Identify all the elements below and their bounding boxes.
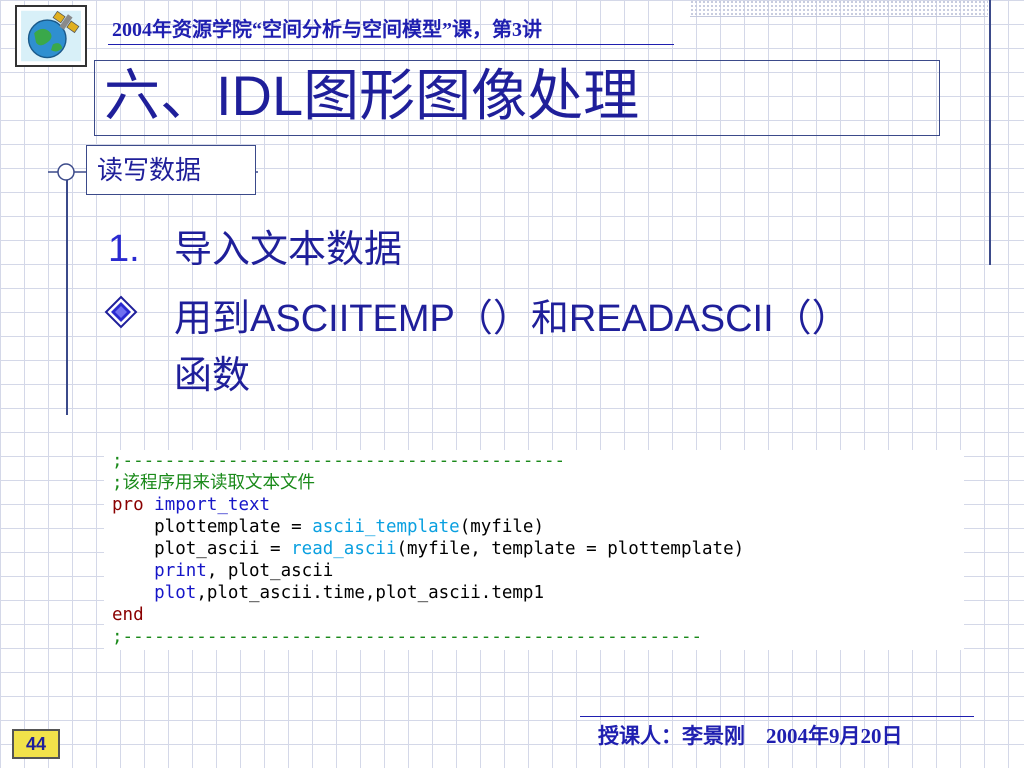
code-line: plot_ascii = read_ascii(myfile, template… (112, 538, 964, 560)
course-header: 2004年资源学院“空间分析与空间模型”课，第3讲 (112, 19, 542, 41)
decorative-vertical-line-right (989, 0, 991, 265)
footer-rule (580, 716, 974, 717)
header-rule (108, 44, 674, 45)
decorative-dot-bar (690, 0, 988, 17)
code-text: plot_ascii = (112, 539, 292, 559)
code-function: plot (154, 583, 197, 603)
code-text: plottemplate = (112, 517, 313, 537)
code-line: ;该程序用来读取文本文件 (112, 472, 964, 494)
code-line: end (112, 604, 964, 626)
code-line: pro import_text (112, 494, 964, 516)
bullet-text: 用到ASCIITEMP（）和READASCII（） 函数 (174, 290, 954, 403)
logo (15, 5, 87, 67)
globe-satellite-icon (21, 10, 81, 62)
code-function: print (154, 561, 207, 581)
bullet-prefix: 用到 (174, 296, 251, 340)
code-text: ,plot_ascii.time,plot_ascii.temp1 (196, 583, 544, 603)
code-text: (myfile, template = plottemplate) (396, 539, 745, 559)
code-comment: ;---------------------------------------… (112, 451, 566, 471)
footer-instructor-date: 授课人：李景刚 2004年9月20日 (598, 724, 903, 748)
code-line: plottemplate = ascii_template(myfile) (112, 516, 964, 538)
decorative-vertical-line-left (66, 165, 68, 415)
section-label: 读写数据 (86, 145, 256, 195)
code-line: print, plot_ascii (112, 560, 964, 582)
section-label-text: 读写数据 (97, 156, 202, 186)
bullet-func-readascii: READASCII (568, 298, 774, 340)
code-line: ;---------------------------------------… (112, 450, 964, 472)
page-title: 六、IDL图形图像处理 (104, 64, 640, 127)
code-text: (myfile) (459, 517, 544, 537)
code-line: ;---------------------------------------… (112, 626, 964, 648)
code-procedure-name: import_text (154, 495, 271, 515)
diamond-bullet-icon (104, 295, 138, 329)
bullet-suffix: 函数 (174, 353, 251, 397)
code-builtin: ascii_template (312, 517, 460, 537)
list-item-number: 1. (108, 228, 140, 270)
list-item-text: 导入文本数据 (174, 227, 403, 271)
code-builtin: read_ascii (291, 539, 397, 559)
code-keyword: pro (112, 495, 144, 515)
code-block: ;---------------------------------------… (104, 450, 964, 650)
code-text: , plot_ascii (206, 561, 334, 581)
code-comment: ;---------------------------------------… (112, 627, 703, 647)
code-line: plot,plot_ascii.time,plot_ascii.temp1 (112, 582, 964, 604)
page-number-badge: 44 (12, 729, 60, 759)
bullet-paren-1: （）和 (454, 296, 569, 340)
bullet-func-asciitemp: ASCIITEMP (250, 298, 455, 340)
bullet-paren-2: （） (773, 296, 850, 340)
code-keyword: end (112, 605, 144, 625)
code-comment: ;该程序用来读取文本文件 (112, 473, 316, 493)
